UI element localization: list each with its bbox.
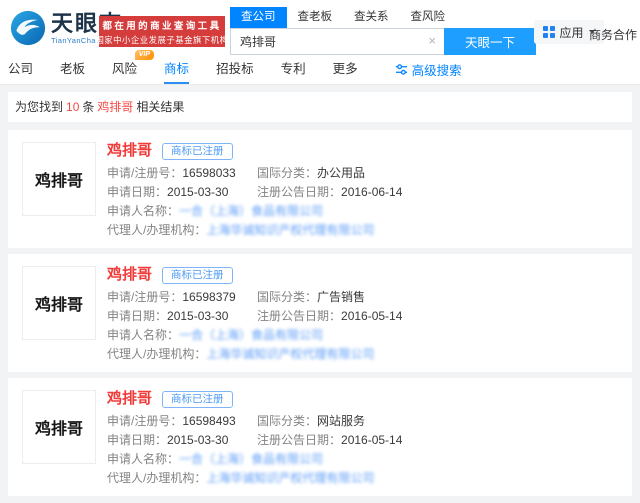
trademark-info: 鸡排哥 商标已注册 申请/注册号：16598493 国际分类：网站服务 申请日期… — [107, 390, 618, 484]
reg-label: 申请/注册号： — [107, 166, 182, 180]
apply-date-label: 申请日期： — [107, 433, 167, 447]
promo-line2: 国家中小企业发展子基金旗下机构 — [95, 34, 228, 46]
nav-item-risk-label: 风险 — [112, 62, 137, 76]
nav-item-trademark[interactable]: 商标 — [164, 56, 189, 84]
trademark-info: 鸡排哥 商标已注册 申请/注册号：16598033 国际分类：办公用品 申请日期… — [107, 142, 618, 236]
tab-relation[interactable]: 查关系 — [343, 7, 400, 28]
filter-sliders-icon — [395, 63, 408, 76]
apply-date-label: 申请日期： — [107, 309, 167, 323]
class-label: 国际分类： — [257, 414, 317, 428]
eye-logo-icon — [10, 10, 46, 46]
promo-banner: 都在用的商业查询工具 国家中小企业发展子基金旗下机构 — [99, 16, 225, 47]
apps-grid-icon — [543, 26, 555, 38]
class-value: 办公用品 — [317, 166, 365, 180]
nav-item-bidding[interactable]: 招投标 — [216, 56, 254, 84]
trademark-info: 鸡排哥 商标已注册 申请/注册号：16598379 国际分类：广告销售 申请日期… — [107, 266, 618, 360]
trademark-image-text: 鸡排哥 — [35, 415, 83, 439]
reg-value: 16598033 — [182, 166, 235, 180]
search-area: 查公司 查老板 查关系 查风险 × 天眼一下 — [230, 7, 536, 55]
trademark-title-link[interactable]: 鸡排哥 — [107, 142, 152, 160]
clear-icon[interactable]: × — [428, 34, 436, 48]
nav-item-patent[interactable]: 专利 — [281, 56, 306, 84]
pub-date-label: 注册公告日期： — [257, 309, 341, 323]
pub-date-value: 2016-06-14 — [341, 185, 402, 199]
status-badge: 商标已注册 — [162, 143, 233, 160]
agent-label: 代理人/办理机构： — [107, 224, 206, 236]
nav-item-boss[interactable]: 老板 — [60, 56, 85, 84]
agent-link[interactable]: 上海华诚知识产权代理有限公司 — [206, 224, 374, 236]
status-badge: 商标已注册 — [162, 267, 233, 284]
search-tabs: 查公司 查老板 查关系 查风险 — [230, 7, 536, 28]
pub-date-value: 2016-05-14 — [341, 433, 402, 447]
result-count: 10 — [66, 100, 79, 114]
search-keyword: 鸡排哥 — [97, 100, 133, 114]
trademark-card: 鸡排哥 鸡排哥 商标已注册 申请/注册号：16598379 国际分类：广告销售 … — [8, 254, 632, 372]
class-label: 国际分类： — [257, 290, 317, 304]
pub-date-label: 注册公告日期： — [257, 433, 341, 447]
agent-link[interactable]: 上海华诚知识产权代理有限公司 — [206, 348, 374, 360]
trademark-title-link[interactable]: 鸡排哥 — [107, 266, 152, 284]
agent-label: 代理人/办理机构： — [107, 348, 206, 360]
reg-value: 16598493 — [182, 414, 235, 428]
reg-label: 申请/注册号： — [107, 414, 182, 428]
trademark-image[interactable]: 鸡排哥 — [22, 142, 96, 216]
applicant-label: 申请人名称： — [107, 453, 179, 465]
business-cooperation-link[interactable]: 商务合作 — [589, 26, 637, 43]
vip-badge: VIP — [135, 50, 154, 60]
applicant-label: 申请人名称： — [107, 205, 179, 217]
apply-date-value: 2015-03-30 — [167, 185, 228, 199]
search-box: × 天眼一下 — [230, 28, 536, 55]
search-button[interactable]: 天眼一下 — [444, 28, 536, 55]
advanced-search-link[interactable]: 高级搜索 — [395, 60, 462, 79]
applicant-link[interactable]: 一合（上海）食品有限公司 — [179, 205, 323, 217]
trademark-image-text: 鸡排哥 — [35, 167, 83, 191]
trademark-card: 鸡排哥 鸡排哥 商标已注册 申请/注册号：16598493 国际分类：网站服务 … — [8, 378, 632, 496]
summary-prefix: 为您找到 — [15, 100, 63, 114]
applicant-label: 申请人名称： — [107, 329, 179, 341]
nav-item-more[interactable]: 更多 — [333, 56, 358, 84]
apply-date-value: 2015-03-30 — [167, 433, 228, 447]
results-summary: 为您找到10条鸡排哥相关结果 — [8, 92, 632, 122]
tab-risk[interactable]: 查风险 — [400, 7, 457, 28]
apply-date-label: 申请日期： — [107, 185, 167, 199]
class-value: 广告销售 — [317, 290, 365, 304]
status-badge: 商标已注册 — [162, 391, 233, 408]
agent-link[interactable]: 上海华诚知识产权代理有限公司 — [206, 472, 374, 484]
apps-label: 应用 — [560, 24, 584, 41]
trademark-image-text: 鸡排哥 — [35, 291, 83, 315]
summary-suffix: 相关结果 — [136, 100, 184, 114]
tab-company[interactable]: 查公司 — [230, 7, 287, 28]
trademark-image[interactable]: 鸡排哥 — [22, 266, 96, 340]
search-input[interactable] — [230, 28, 444, 55]
results-area: 为您找到10条鸡排哥相关结果 鸡排哥 鸡排哥 商标已注册 申请/注册号：1659… — [0, 85, 640, 503]
reg-value: 16598379 — [182, 290, 235, 304]
summary-unit: 条 — [82, 100, 94, 114]
applicant-link[interactable]: 一合（上海）食品有限公司 — [179, 329, 323, 341]
class-label: 国际分类： — [257, 166, 317, 180]
nav-item-risk[interactable]: 风险VIP — [112, 56, 137, 84]
promo-line1: 都在用的商业查询工具 — [102, 18, 221, 32]
pub-date-value: 2016-05-14 — [341, 309, 402, 323]
page: 天眼查 TianYanCha.com 都在用的商业查询工具 国家中小企业发展子基… — [0, 0, 640, 503]
pub-date-label: 注册公告日期： — [257, 185, 341, 199]
agent-label: 代理人/办理机构： — [107, 472, 206, 484]
category-nav: 公司 老板 风险VIP 商标 招投标 专利 更多 高级搜索 — [0, 55, 640, 85]
class-value: 网站服务 — [317, 414, 365, 428]
tab-boss[interactable]: 查老板 — [287, 7, 344, 28]
applicant-link[interactable]: 一合（上海）食品有限公司 — [179, 453, 323, 465]
nav-item-company[interactable]: 公司 — [8, 56, 33, 84]
site-header: 天眼查 TianYanCha.com 都在用的商业查询工具 国家中小企业发展子基… — [0, 0, 640, 55]
reg-label: 申请/注册号： — [107, 290, 182, 304]
trademark-title-link[interactable]: 鸡排哥 — [107, 390, 152, 408]
advanced-search-label: 高级搜索 — [412, 60, 462, 79]
apply-date-value: 2015-03-30 — [167, 309, 228, 323]
trademark-card: 鸡排哥 鸡排哥 商标已注册 申请/注册号：16598033 国际分类：办公用品 … — [8, 130, 632, 248]
trademark-image[interactable]: 鸡排哥 — [22, 390, 96, 464]
